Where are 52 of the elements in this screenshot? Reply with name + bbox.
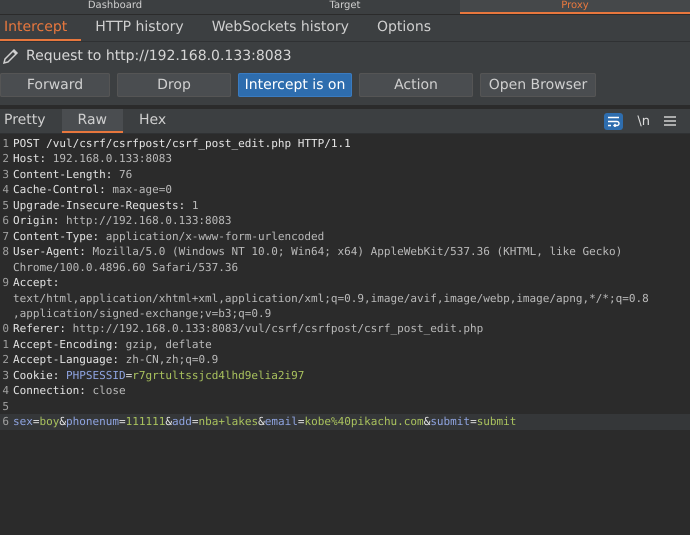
toolbar-button[interactable]: Intercept is on bbox=[238, 73, 352, 97]
editor-tab[interactable]: Pretty bbox=[0, 109, 62, 133]
code-line: Accept-Language: zh-CN,zh;q=0.9 bbox=[13, 352, 220, 368]
code-line: ,application/signed-exchange;v=b3;q=0.9 bbox=[13, 306, 272, 322]
code-line: Host: 192.168.0.133:8083 bbox=[13, 151, 173, 167]
line-number: 3 bbox=[1, 166, 10, 182]
line-number: 1 bbox=[1, 336, 10, 352]
code-line: Accept: bbox=[13, 275, 60, 291]
menu-icon[interactable] bbox=[664, 116, 676, 126]
line-number: 4 bbox=[1, 182, 10, 198]
module-tab[interactable]: Target bbox=[230, 0, 460, 14]
editor-tab[interactable]: Raw bbox=[62, 109, 123, 133]
subtab[interactable]: HTTP history bbox=[81, 15, 198, 41]
line-number: 1 bbox=[1, 136, 10, 152]
module-tab[interactable]: Dashboard bbox=[0, 0, 230, 14]
line-number: 4 bbox=[1, 383, 10, 399]
code-line: User-Agent: Mozilla/5.0 (Windows NT 10.0; Win64; x64) AppleWebKit/537.36 (KHTML, like Gecko) bbox=[13, 244, 624, 260]
newline-toggle[interactable]: \n bbox=[633, 114, 654, 128]
code-line: Origin: http://192.168.0.133:8083 bbox=[13, 213, 233, 229]
subtab[interactable]: WebSockets history bbox=[198, 15, 363, 41]
request-url-label: Request to http://192.168.0.133:8083 bbox=[26, 48, 292, 64]
code-line: Cache-Control: max-age=0 bbox=[13, 182, 173, 198]
code-line: Connection: close bbox=[13, 383, 127, 399]
wrap-toggle-icon[interactable] bbox=[604, 112, 624, 130]
line-number: 0 bbox=[1, 321, 10, 337]
code-line: text/html,application/xhtml+xml,application/xml;q=0.9,image/avif,image/webp,image/apng,*/*;q=0.8 bbox=[13, 290, 650, 306]
code-line: Content-Length: 76 bbox=[13, 166, 134, 182]
code-line: Referer: http://192.168.0.133:8083/vul/csrf/csrfpost/csrf_post_edit.php bbox=[13, 321, 484, 337]
line-number: 2 bbox=[1, 352, 10, 368]
line-number: 8 bbox=[1, 244, 10, 260]
toolbar-button[interactable]: Forward bbox=[0, 73, 110, 97]
code-line: Upgrade-Insecure-Requests: 1 bbox=[13, 198, 200, 214]
line-number: 2 bbox=[1, 151, 10, 167]
subtab[interactable]: Options bbox=[362, 15, 445, 41]
toolbar-button[interactable]: Drop bbox=[117, 73, 231, 97]
line-number: 7 bbox=[1, 228, 10, 244]
line-number: 5 bbox=[1, 198, 10, 214]
code-line: Cookie: PHPSESSID=r7grtultssjcd4lhd9elia2i97 bbox=[13, 368, 306, 384]
code-line: Accept-Encoding: gzip, deflate bbox=[13, 336, 213, 352]
line-number: 3 bbox=[1, 368, 10, 384]
code-line: POST /vul/csrf/csrfpost/csrf_post_edit.php HTTP/1.1 bbox=[13, 136, 352, 152]
line-number: 6 bbox=[1, 213, 10, 229]
line-number: 5 bbox=[1, 398, 10, 414]
code-line: Chrome/100.0.4896.60 Safari/537.36 bbox=[13, 260, 240, 276]
editor-tab[interactable]: Hex bbox=[122, 109, 182, 133]
line-number: 6 bbox=[1, 414, 10, 430]
toolbar-button[interactable]: Action bbox=[359, 73, 473, 97]
toolbar-button[interactable]: Open Browser bbox=[480, 73, 596, 97]
code-line: sex=boy&phonenum=111111&add=nba+lakes&email=kobe%40pikachu.com&submit=submit bbox=[13, 414, 518, 430]
code-line: Content-Type: application/x-www-form-urlencoded bbox=[13, 228, 326, 244]
line-number: 9 bbox=[1, 275, 10, 291]
pencil-icon bbox=[2, 47, 20, 65]
